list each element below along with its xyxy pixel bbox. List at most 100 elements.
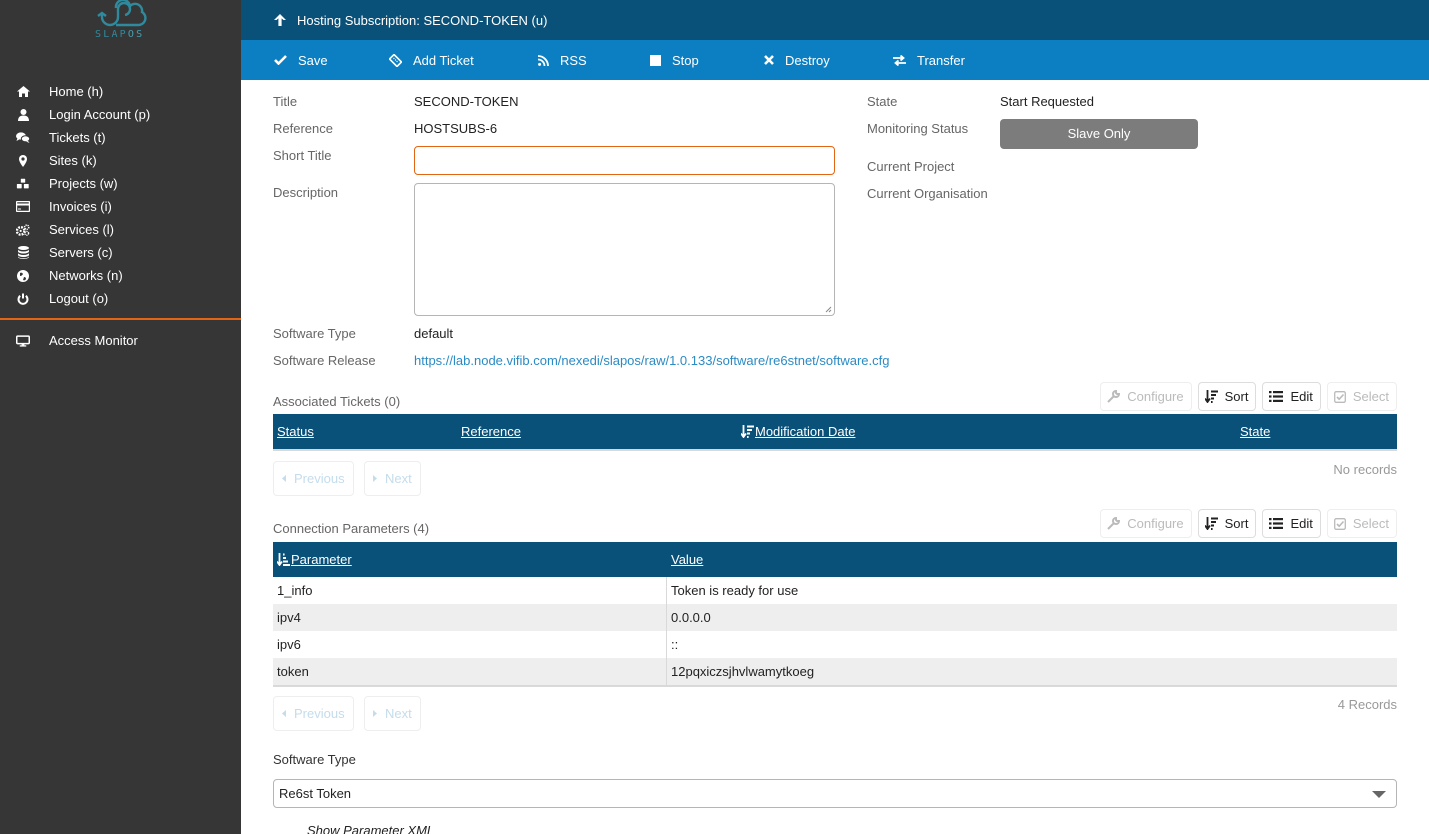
stop-label: Stop [672, 52, 699, 68]
sidebar-item-networks[interactable]: Networks (n) [0, 264, 241, 287]
title-value: SECOND-TOKEN [414, 94, 519, 109]
sort-button[interactable]: Sort [1197, 382, 1257, 411]
edit-button[interactable]: Edit [1262, 509, 1321, 538]
tickets-previous-button[interactable]: Previous [273, 461, 354, 496]
list-icon [1269, 391, 1284, 402]
show-parameter-xml-link[interactable]: Show Parameter XML [307, 823, 434, 834]
sort-amount-asc-icon [277, 553, 290, 566]
destroy-button[interactable]: Destroy [764, 40, 830, 80]
connection-section-title: Connection Parameters (4) [273, 521, 430, 536]
column-value[interactable]: Value [671, 542, 703, 577]
database-icon [16, 246, 30, 259]
check-icon [274, 55, 287, 65]
edit-button[interactable]: Edit [1262, 382, 1321, 411]
edit-label: Edit [1290, 516, 1313, 531]
sidebar-item-servers[interactable]: Servers (c) [0, 241, 241, 264]
sort-button[interactable]: Sort [1197, 509, 1257, 538]
save-button[interactable]: Save [274, 40, 328, 80]
rss-icon [538, 54, 549, 66]
tickets-listbox-toolbar: Configure Sort Edit Select [1100, 382, 1397, 411]
logo-text-slap: SLAP [95, 29, 128, 40]
reference-label: Reference [273, 121, 333, 136]
software-type-select[interactable]: Re6st Token [273, 779, 1397, 808]
tickets-section-title: Associated Tickets (0) [273, 394, 401, 409]
sidebar-item-label: Access Monitor [49, 333, 138, 348]
rss-button[interactable]: RSS [538, 40, 587, 80]
short-title-input[interactable] [414, 146, 835, 175]
resize-grip-icon[interactable] [825, 306, 832, 313]
add-ticket-label: Add Ticket [413, 52, 474, 68]
power-off-icon [16, 293, 30, 305]
value-cell: Token is ready for use [671, 583, 799, 598]
column-divider [666, 604, 667, 631]
logo-text-os: OS [127, 29, 145, 40]
table-row[interactable]: 1_info Token is ready for use [273, 577, 1397, 604]
tickets-next-button[interactable]: Next [364, 461, 421, 496]
wrench-icon [1107, 517, 1121, 530]
connection-previous-button[interactable]: Previous [273, 696, 354, 731]
add-ticket-button[interactable]: Add Ticket [389, 40, 474, 80]
sidebar-item-label: Services (l) [49, 222, 115, 237]
software-type-label: Software Type [273, 326, 356, 341]
transfer-button[interactable]: Transfer [893, 40, 965, 80]
select-button[interactable]: Select [1326, 509, 1397, 538]
column-modification-date-label: Modification Date [755, 424, 856, 439]
destroy-label: Destroy [785, 52, 830, 68]
page-header: Hosting Subscription: SECOND-TOKEN (u) [241, 0, 1429, 40]
stop-button[interactable]: Stop [650, 40, 699, 80]
sidebar-item-projects[interactable]: Projects (w) [0, 172, 241, 195]
save-label: Save [298, 52, 328, 68]
sidebar-item-home[interactable]: Home (h) [0, 80, 241, 103]
sidebar-item-tickets[interactable]: Tickets (t) [0, 126, 241, 149]
sidebar-item-invoices[interactable]: Invoices (i) [0, 195, 241, 218]
column-status[interactable]: Status [277, 414, 314, 449]
software-type-value: default [414, 326, 454, 341]
table-row[interactable]: ipv4 0.0.0.0 [273, 604, 1397, 631]
description-textarea[interactable] [414, 183, 835, 316]
user-icon [16, 108, 30, 121]
sidebar-item-access-monitor[interactable]: Access Monitor [0, 329, 241, 352]
table-row[interactable]: token 12pqxiczsjhvlwamytkoeg [273, 658, 1397, 685]
monitoring-status-label: Monitoring Status [867, 121, 969, 136]
monitoring-status-badge[interactable]: Slave Only [1000, 119, 1198, 149]
rss-label: RSS [560, 52, 587, 68]
software-type-selected-value: Re6st Token [279, 786, 352, 801]
table-row[interactable]: ipv6 :: [273, 631, 1397, 658]
sort-label: Sort [1224, 516, 1249, 531]
cloud-logo-icon [97, 0, 147, 27]
list-icon [1269, 518, 1284, 529]
sidebar-item-services[interactable]: Services (l) [0, 218, 241, 241]
sidebar-nav: Home (h) Login Account (p) Tickets (t) S… [0, 80, 241, 352]
column-parameter-label: Parameter [291, 552, 352, 567]
sort-label: Sort [1224, 389, 1249, 404]
value-cell: :: [671, 637, 679, 652]
slapos-logo[interactable]: SLAPOS [92, 0, 152, 44]
configure-button[interactable]: Configure [1100, 382, 1192, 411]
check-square-icon [1333, 517, 1346, 530]
current-project-label: Current Project [867, 159, 955, 174]
parameter-cell: token [277, 664, 309, 679]
caret-left-icon [282, 710, 286, 717]
column-reference[interactable]: Reference [461, 414, 521, 449]
column-modification-date[interactable]: Modification Date [741, 414, 855, 449]
stop-icon [650, 54, 661, 66]
sidebar-item-login-account[interactable]: Login Account (p) [0, 103, 241, 126]
exchange-icon [893, 54, 906, 66]
connection-record-count: 4 Records [1337, 697, 1397, 712]
select-button[interactable]: Select [1326, 382, 1397, 411]
column-parameter[interactable]: Parameter [277, 542, 352, 577]
state-value: Start Requested [1000, 94, 1094, 109]
sidebar-item-sites[interactable]: Sites (k) [0, 149, 241, 172]
desktop-icon [16, 334, 30, 347]
software-release-link[interactable]: https://lab.node.vifib.com/nexedi/slapos… [414, 353, 889, 368]
column-state[interactable]: State [1240, 414, 1270, 449]
short-title-label: Short Title [273, 148, 332, 163]
parameter-cell: ipv6 [277, 637, 301, 652]
sidebar-item-label: Projects (w) [49, 176, 118, 191]
arrow-up-icon[interactable] [274, 14, 286, 26]
configure-button[interactable]: Configure [1100, 509, 1192, 538]
sort-amount-icon [1204, 390, 1218, 403]
sidebar-item-logout[interactable]: Logout (o) [0, 287, 241, 310]
connection-next-button[interactable]: Next [364, 696, 421, 731]
configure-label: Configure [1127, 389, 1184, 404]
